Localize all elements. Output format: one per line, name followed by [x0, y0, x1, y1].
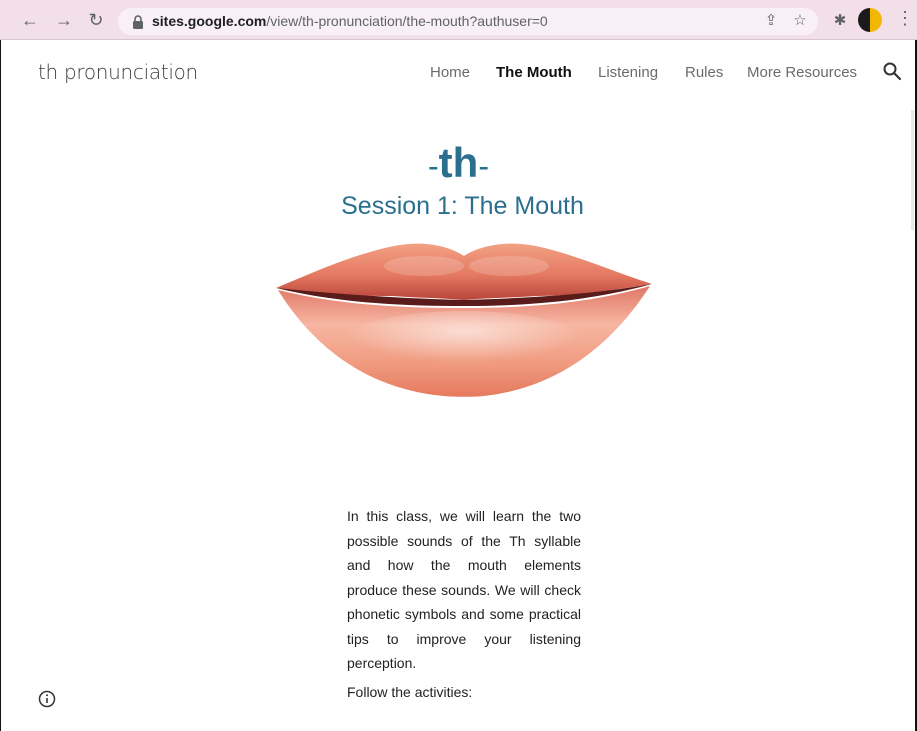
back-arrow-icon[interactable]: ← [18, 8, 42, 32]
th-heading: -th- [0, 138, 917, 191]
url-host: sites.google.com [152, 13, 267, 29]
address-bar[interactable]: sites.google.com/view/th-pronunciation/t… [118, 8, 818, 35]
profile-avatar[interactable] [858, 8, 882, 32]
nav-rules[interactable]: Rules [685, 64, 723, 81]
url-path: /view/th-pronunciation/the-mouth?authuse… [266, 13, 548, 29]
search-icon[interactable] [882, 61, 902, 81]
intro-paragraph: In this class, we will learn the two pos… [347, 508, 581, 671]
th-dash-left: - [428, 148, 439, 184]
browser-toolbar: ← → ↻ sites.google.com/view/th-pronuncia… [0, 0, 917, 40]
lips-illustration [276, 243, 652, 397]
share-icon[interactable]: ⇪ [760, 9, 782, 31]
session-title: Session 1: The Mouth [341, 192, 584, 220]
th-text: th [438, 139, 479, 186]
info-icon[interactable] [38, 690, 56, 708]
nav-home[interactable]: Home [430, 64, 470, 81]
bookmark-star-icon[interactable]: ☆ [789, 9, 811, 31]
nav-listening[interactable]: Listening [598, 64, 658, 81]
reload-icon[interactable]: ↻ [84, 8, 108, 32]
follow-activities-text: Follow the activities: [347, 684, 473, 700]
th-dash-right: - [478, 148, 489, 184]
lock-icon[interactable] [132, 15, 144, 29]
more-menu-icon[interactable]: ⋮ [896, 8, 914, 29]
nav-more-resources[interactable]: More Resources [747, 64, 857, 81]
extensions-puzzle-icon[interactable]: ✱ [829, 9, 851, 31]
forward-arrow-icon[interactable]: → [52, 8, 76, 32]
nav-the-mouth[interactable]: The Mouth [496, 64, 572, 81]
site-nav: Home The Mouth Listening Rules More Reso… [0, 64, 917, 86]
